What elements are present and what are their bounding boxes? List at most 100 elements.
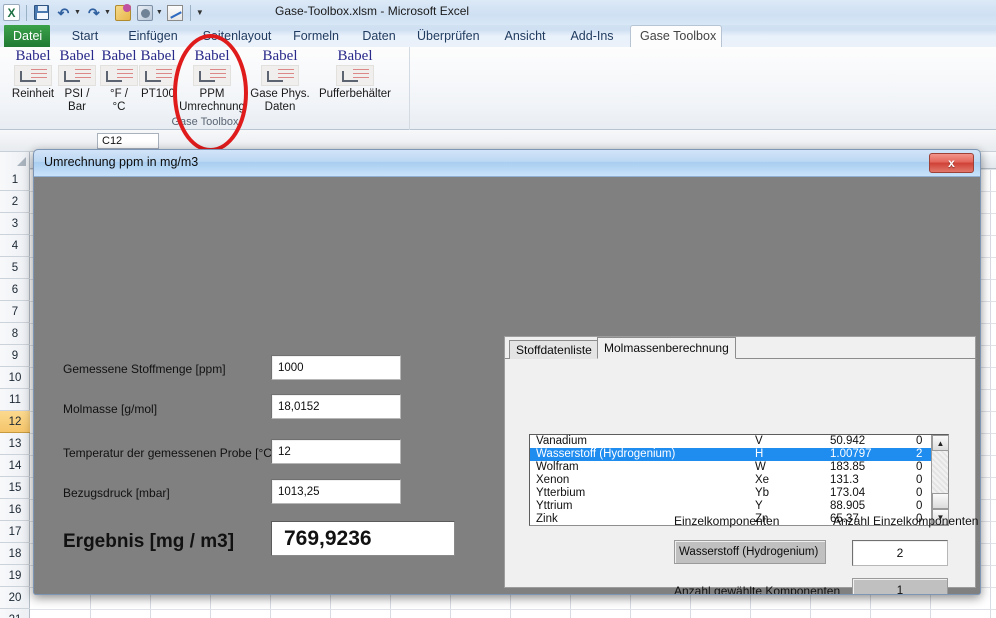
ribbon-tab-datei[interactable]: Datei [4,25,50,47]
list-item-count: 0 [916,487,923,499]
input-molmasse[interactable]: 18,0152 [271,394,401,419]
dialog-body: Gemessene Stoffmenge [ppm] 1000 Molmasse… [38,180,979,594]
row-header-6[interactable]: 6 [0,279,30,301]
list-item[interactable]: Wolfram W 183.85 0 [530,461,948,474]
row-header-14[interactable]: 14 [0,455,30,477]
babel-icon: Babel [189,49,235,87]
babel-icon: Babel [135,49,181,87]
input-gemessene-stoffmenge[interactable]: 1000 [271,355,401,380]
ribbon-tab-ueberpruefen[interactable]: Überprüfen [408,25,488,47]
dialog-title-bar[interactable]: Umrechnung ppm in mg/m3 x [34,150,980,177]
row-header-11[interactable]: 11 [0,389,30,411]
tab-molmassenberechnung[interactable]: Molmassenberechnung [597,337,736,359]
row-header-12[interactable]: 12 [0,411,30,433]
row-header-3[interactable]: 3 [0,213,30,235]
ribbon-group-gase-toolbox: Babel Reinheit Babel PSI / Bar Babel °F … [0,47,410,130]
row-header-16[interactable]: 16 [0,499,30,521]
label-anzahl-einzelkomponenten: Anzahl Einzelkomponenten [833,514,979,528]
list-item[interactable]: Wasserstoff (Hydrogenium) H 1.00797 2 [530,448,948,461]
ribbon-tab-add-ins[interactable]: Add-Ins [560,25,624,47]
redo-dropdown-icon[interactable]: ▼ [104,9,111,16]
input-bezugsdruck[interactable]: 1013,25 [271,479,401,504]
list-item-mass: 183.85 [830,461,866,473]
excel-logo-icon[interactable]: X [2,3,21,22]
custom-icon-3[interactable] [166,3,185,22]
row-header-9[interactable]: 9 [0,345,30,367]
list-item-mass: 88.905 [830,500,866,512]
panel-tab-strip: Stoffdatenliste Molmassenberechnung [505,337,977,359]
row-header-19[interactable]: 19 [0,565,30,587]
scroll-up-icon[interactable]: ▲ [932,435,949,451]
undo-icon[interactable]: ↶ [54,3,73,22]
babel-icon-text: Babel [140,48,176,64]
screen: X ↶ ▼ ↶ ▼ ▼ ▼ Gase-Toolbox.xlsm - Micros… [0,0,996,618]
list-item[interactable]: Ytterbium Yb 173.04 0 [530,487,948,500]
list-item-name: Zink [536,513,558,525]
select-all-icon[interactable] [0,152,30,169]
row-header-7[interactable]: 7 [0,301,30,323]
custom-icon-2[interactable] [136,3,155,22]
list-item[interactable]: Yttrium Y 88.905 0 [530,500,948,513]
ribbon-tab-daten[interactable]: Daten [353,25,405,47]
input-temperatur[interactable]: 12 [271,439,401,464]
row-header-4[interactable]: 4 [0,235,30,257]
custom-icon-1[interactable] [114,3,133,22]
ribbon-button-gase-phys-daten[interactable]: Babel Gase Phys. Daten [246,49,314,114]
name-box[interactable]: C12 [97,133,159,149]
row-header-21[interactable]: 21 [0,609,30,618]
ribbon-tab-gase-toolbox[interactable]: Gase Toolbox [630,25,722,47]
row-header-13[interactable]: 13 [0,433,30,455]
babel-icon-text: Babel [337,48,373,64]
list-item[interactable]: Xenon Xe 131.3 0 [530,474,948,487]
ppm-conversion-dialog: Umrechnung ppm in mg/m3 x Gemessene Stof… [33,149,981,595]
ribbon-button-pufferbehaelter[interactable]: Babel Pufferbehälter [312,49,398,101]
list-item-name: Yttrium [536,500,573,512]
list-item-mass: 50.942 [830,435,866,447]
listbox-scrollbar[interactable]: ▲ ▼ [931,435,949,525]
tab-stoffdatenliste[interactable]: Stoffdatenliste [509,340,599,359]
ribbon-button-label: PPM Umrechnung [179,88,245,113]
label-bezugsdruck: Bezugsdruck [mbar] [63,486,170,500]
custom-2-dropdown-icon[interactable]: ▼ [156,9,163,16]
list-item-count: 2 [916,448,923,460]
element-listbox[interactable]: Vanadium V 50.942 0 Wasserstoff (Hydrogenium… [529,434,949,526]
row-header-1[interactable]: 1 [0,169,30,191]
row-header-5[interactable]: 5 [0,257,30,279]
row-header-8[interactable]: 8 [0,323,30,345]
ribbon-tab-seitenlayout[interactable]: Seitenlayout [192,25,282,47]
ribbon-panel: Babel Reinheit Babel PSI / Bar Babel °F … [0,47,996,130]
quick-access-toolbar[interactable]: X ↶ ▼ ↶ ▼ ▼ ▼ [2,2,204,23]
ribbon-group-label: Gase Toolbox [171,116,239,128]
undo-dropdown-icon[interactable]: ▼ [74,9,81,16]
row-header-2[interactable]: 2 [0,191,30,213]
list-item-mass: 173.04 [830,487,866,499]
ribbon-button-ppm-umrechnung[interactable]: Babel PPM Umrechnung [177,49,247,114]
scrollbar-thumb[interactable] [932,493,949,509]
qat-divider-1 [26,4,27,21]
list-item[interactable]: Vanadium V 50.942 0 [530,435,948,448]
ribbon-tab-ansicht[interactable]: Ansicht [494,25,556,47]
row-header-10[interactable]: 10 [0,367,30,389]
ribbon-tab-einfuegen[interactable]: Einfügen [118,25,188,47]
row-header-15[interactable]: 15 [0,477,30,499]
row-header-18[interactable]: 18 [0,543,30,565]
babel-icon: Babel [332,49,378,87]
label-molmasse: Molmasse [g/mol] [63,402,158,416]
customize-qat-icon[interactable]: ▼ [196,8,204,17]
excel-title-bar: X ↶ ▼ ↶ ▼ ▼ ▼ Gase-Toolbox.xlsm - Micros… [0,0,996,25]
redo-icon[interactable]: ↶ [84,3,103,22]
close-icon[interactable]: x [929,153,974,173]
save-icon[interactable] [32,3,51,22]
ribbon-tab-formeln[interactable]: Formeln [283,25,349,47]
list-item-symbol: Xe [755,474,770,486]
list-item-name: Xenon [536,474,570,486]
label-ergebnis: Ergebnis [mg / m3] [63,531,235,552]
row-header-17[interactable]: 17 [0,521,30,543]
qat-divider-2 [189,4,191,21]
input-component-count[interactable]: 2 [852,540,948,566]
ribbon-tab-start[interactable]: Start [60,25,110,47]
label-einzelkomponenten: Einzelkomponenten [674,514,780,528]
row-header-20[interactable]: 20 [0,587,30,609]
grid-row-divider [30,609,996,610]
list-item-count: 0 [916,461,923,473]
